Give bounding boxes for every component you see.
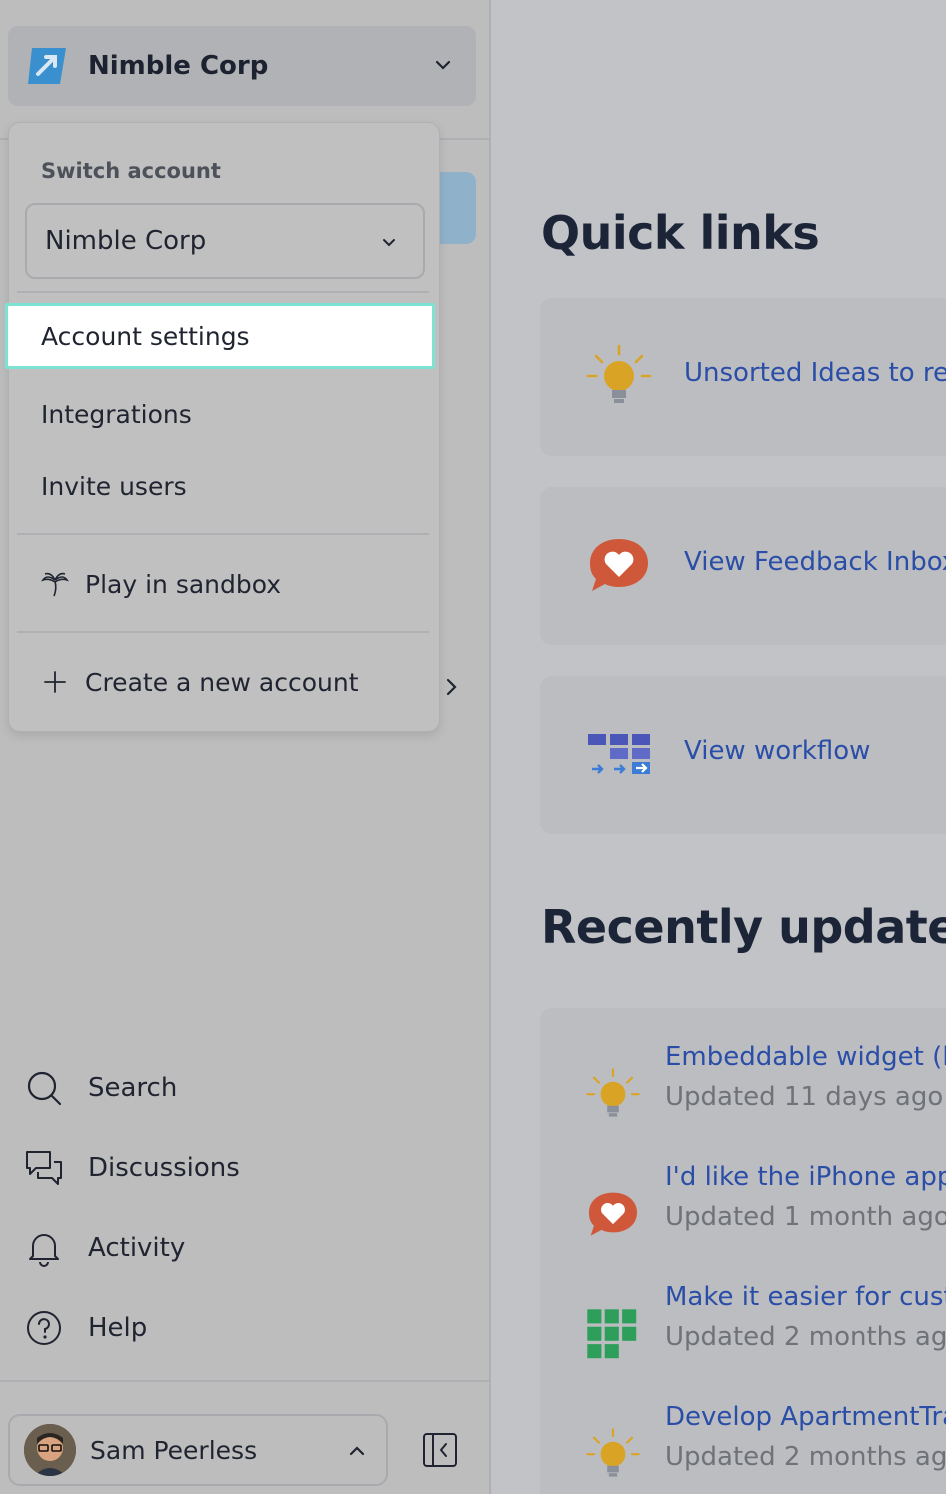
main-content: Quick links Unsorted Ideas to rev View F… — [493, 0, 946, 1494]
quick-links-heading: Quick links — [541, 206, 820, 260]
nav-item-search[interactable]: Search — [24, 1048, 240, 1128]
menu-item-integrations[interactable]: Integrations — [9, 381, 441, 447]
chevron-down-icon — [435, 60, 451, 70]
recent-item-updated: Updated 11 days ago — [665, 1082, 944, 1112]
divider — [17, 631, 429, 633]
nimble-logo-icon — [28, 48, 66, 84]
active-nav-highlight — [438, 172, 476, 244]
list-item[interactable]: I'd like the iPhone app t Updated 1 mont… — [540, 1160, 946, 1270]
nav-label-search: Search — [88, 1073, 178, 1103]
menu-item-label: Account settings — [41, 321, 250, 351]
nav-label-discussions: Discussions — [88, 1153, 240, 1183]
chevron-down-icon — [383, 239, 395, 247]
divider — [17, 533, 429, 535]
menu-item-label: Create a new account — [85, 667, 359, 697]
grid-icon — [587, 1309, 637, 1359]
recent-item-updated: Updated 1 month ago — [665, 1202, 946, 1232]
lightbulb-icon — [586, 1428, 640, 1477]
recent-item-title[interactable]: Make it easier for custo — [665, 1282, 946, 1312]
list-item[interactable]: Make it easier for custo Updated 2 month… — [540, 1280, 946, 1390]
discussions-icon — [26, 1151, 62, 1185]
nav-item-activity[interactable]: Activity — [24, 1208, 240, 1288]
list-item[interactable]: Develop ApartmentTra Updated 2 months ag… — [540, 1400, 946, 1494]
user-menu-button[interactable]: Sam Peerless — [8, 1414, 388, 1486]
nav-label-help: Help — [88, 1313, 148, 1343]
user-name: Sam Peerless — [90, 1435, 258, 1465]
plus-icon — [44, 671, 66, 693]
feedback-heart-icon — [588, 1192, 638, 1236]
account-select-value: Nimble Corp — [45, 226, 207, 256]
recently-updated-list: Embeddable widget (lo Updated 11 days ag… — [540, 1008, 946, 1494]
account-dropdown-menu: Switch account Nimble Corp Account setti… — [5, 122, 441, 732]
palm-tree-icon — [41, 572, 69, 597]
menu-item-create-account[interactable]: Create a new account — [9, 649, 441, 715]
search-icon — [27, 1071, 62, 1106]
lightbulb-icon — [586, 344, 652, 403]
avatar — [24, 1424, 76, 1476]
quick-link-feedback-inbox[interactable]: View Feedback Inbox — [684, 547, 946, 577]
list-item[interactable]: Embeddable widget (lo Updated 11 days ag… — [540, 1040, 946, 1150]
divider — [0, 1380, 491, 1382]
recently-updated-heading: Recently updated — [541, 900, 946, 954]
quick-link-card[interactable]: View workflow — [540, 676, 946, 834]
sidebar-nav: Search Discussions Activity Help — [24, 1048, 240, 1368]
recent-item-updated: Updated 2 months ago — [665, 1442, 946, 1472]
menu-item-account-settings[interactable]: Account settings — [5, 303, 435, 369]
help-icon — [27, 1311, 61, 1345]
menu-item-invite-users[interactable]: Invite users — [9, 453, 441, 519]
nav-label-activity: Activity — [88, 1233, 186, 1263]
nav-item-discussions[interactable]: Discussions — [24, 1128, 240, 1208]
bell-icon — [29, 1234, 59, 1267]
switch-account-heading: Switch account — [41, 159, 221, 183]
recent-item-title[interactable]: Develop ApartmentTra — [665, 1402, 946, 1432]
quick-link-card[interactable]: Unsorted Ideas to rev — [540, 298, 946, 456]
recent-item-title[interactable]: I'd like the iPhone app t — [665, 1162, 946, 1192]
menu-item-label: Invite users — [41, 471, 187, 501]
menu-item-play-in-sandbox[interactable]: Play in sandbox — [9, 551, 441, 617]
account-name: Nimble Corp — [88, 51, 269, 81]
quick-link-unsorted-ideas[interactable]: Unsorted Ideas to rev — [684, 358, 946, 388]
account-select[interactable]: Nimble Corp — [25, 203, 425, 279]
workflow-icon — [588, 734, 650, 774]
chevron-up-icon — [349, 1446, 365, 1456]
menu-item-label: Integrations — [41, 399, 192, 429]
divider — [17, 291, 429, 293]
quick-link-view-workflow[interactable]: View workflow — [684, 736, 870, 766]
feedback-heart-icon — [590, 539, 648, 591]
account-switcher-button[interactable]: Nimble Corp — [8, 26, 476, 106]
quick-link-card[interactable]: View Feedback Inbox — [540, 487, 946, 645]
collapse-sidebar-icon[interactable] — [420, 1432, 460, 1468]
chevron-right-icon[interactable] — [440, 676, 462, 698]
lightbulb-icon — [586, 1068, 640, 1117]
recent-item-updated: Updated 2 months ago — [665, 1322, 946, 1352]
recent-item-title[interactable]: Embeddable widget (lo — [665, 1042, 946, 1072]
menu-item-label: Play in sandbox — [85, 569, 282, 599]
nav-item-help[interactable]: Help — [24, 1288, 240, 1368]
